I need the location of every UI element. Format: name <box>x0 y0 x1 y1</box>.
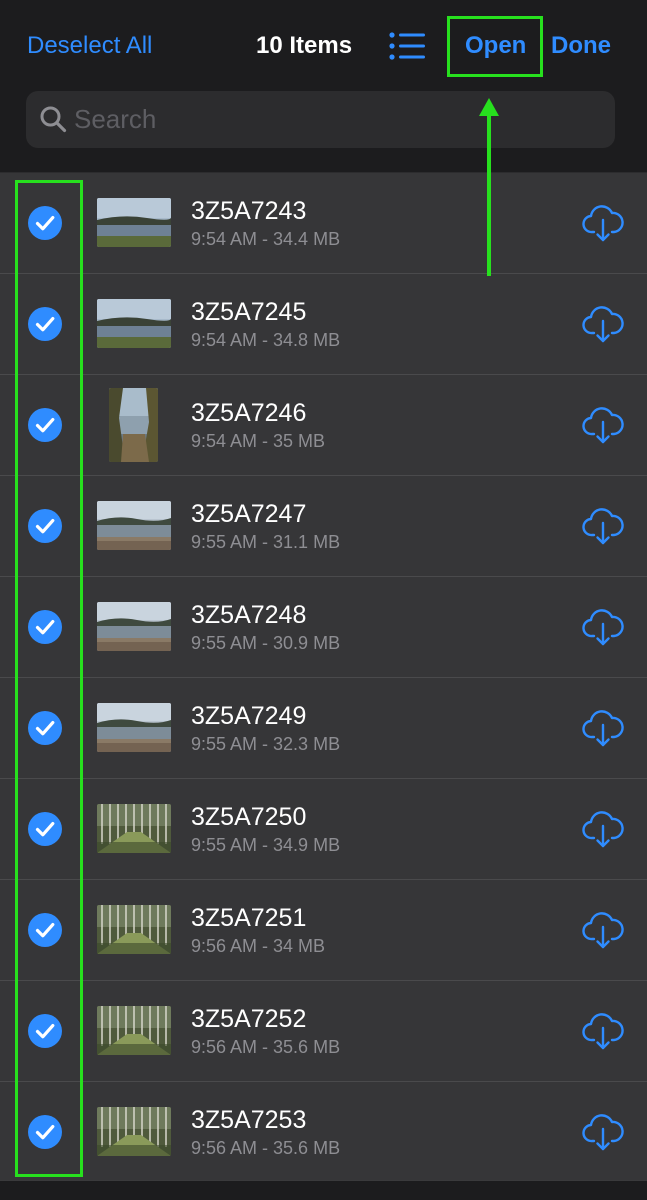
file-row[interactable]: 3Z5A7253 9:56 AM - 35.6 MB <box>0 1082 647 1183</box>
cloud-download-icon[interactable] <box>582 708 624 748</box>
checkmark-circle-icon[interactable] <box>28 307 62 341</box>
cloud-download-icon[interactable] <box>582 1112 624 1152</box>
file-meta: 9:54 AM - 35 MB <box>191 431 326 451</box>
list-view-icon[interactable] <box>388 31 426 61</box>
file-name: 3Z5A7246 <box>191 399 307 427</box>
checkmark-circle-icon[interactable] <box>28 408 62 442</box>
toolbar: Deselect All 10 Items Open Done <box>0 0 647 92</box>
file-meta: 9:55 AM - 30.9 MB <box>191 633 341 653</box>
file-row[interactable]: 3Z5A7249 9:55 AM - 32.3 MB <box>0 678 647 779</box>
cloud-download-icon[interactable] <box>582 203 624 243</box>
file-thumbnail <box>97 501 171 550</box>
checkmark-circle-icon[interactable] <box>28 610 62 644</box>
cloud-download-icon[interactable] <box>582 405 624 445</box>
cloud-download-icon[interactable] <box>582 1011 624 1051</box>
file-thumbnail <box>97 1107 171 1156</box>
file-meta: 9:56 AM - 35.6 MB <box>191 1138 341 1158</box>
file-thumbnail <box>97 1006 171 1055</box>
file-row[interactable]: 3Z5A7252 9:56 AM - 35.6 MB <box>0 981 647 1082</box>
file-name: 3Z5A7253 <box>191 1106 307 1134</box>
file-name: 3Z5A7243 <box>191 197 307 225</box>
file-name: 3Z5A7252 <box>191 1005 307 1033</box>
open-button-highlight <box>447 16 543 77</box>
item-count-title: 10 Items <box>256 32 353 59</box>
file-row[interactable]: 3Z5A7245 9:54 AM - 34.8 MB <box>0 274 647 375</box>
bottom-divider <box>0 1180 647 1200</box>
deselect-all-button[interactable]: Deselect All <box>27 31 152 61</box>
file-meta: 9:56 AM - 34 MB <box>191 936 326 956</box>
cloud-download-icon[interactable] <box>582 607 624 647</box>
search-input[interactable] <box>74 91 594 148</box>
search-bar[interactable] <box>26 91 615 148</box>
file-name: 3Z5A7249 <box>191 702 307 730</box>
checkmark-circle-icon[interactable] <box>28 1014 62 1048</box>
cloud-download-icon[interactable] <box>582 910 624 950</box>
file-thumbnail <box>97 602 171 651</box>
checkmark-circle-icon[interactable] <box>28 812 62 846</box>
file-thumbnail <box>109 388 158 462</box>
file-list: 3Z5A7243 9:54 AM - 34.4 MB 3Z5A7245 9:54 AM… <box>0 173 647 1183</box>
file-thumbnail <box>97 905 171 954</box>
file-name: 3Z5A7251 <box>191 904 307 932</box>
file-meta: 9:54 AM - 34.4 MB <box>191 229 341 249</box>
file-row[interactable]: 3Z5A7247 9:55 AM - 31.1 MB <box>0 476 647 577</box>
file-name: 3Z5A7247 <box>191 500 307 528</box>
file-thumbnail <box>97 198 171 247</box>
header: Deselect All 10 Items Open Done <box>0 0 647 173</box>
cloud-download-icon[interactable] <box>582 506 624 546</box>
file-thumbnail <box>97 703 171 752</box>
search-icon <box>39 105 67 133</box>
files-select-screen: Deselect All 10 Items Open Done Search 3… <box>0 0 647 1200</box>
file-name: 3Z5A7250 <box>191 803 307 831</box>
file-meta: 9:55 AM - 32.3 MB <box>191 734 341 754</box>
checkmark-circle-icon[interactable] <box>28 913 62 947</box>
checkmark-circle-icon[interactable] <box>28 206 62 240</box>
file-row[interactable]: 3Z5A7250 9:55 AM - 34.9 MB <box>0 779 647 880</box>
file-meta: 9:56 AM - 35.6 MB <box>191 1037 341 1057</box>
cloud-download-icon[interactable] <box>582 809 624 849</box>
file-row[interactable]: 3Z5A7251 9:56 AM - 34 MB <box>0 880 647 981</box>
checkmark-circle-icon[interactable] <box>28 1115 62 1149</box>
file-name: 3Z5A7245 <box>191 298 307 326</box>
file-thumbnail <box>97 804 171 853</box>
file-meta: 9:54 AM - 34.8 MB <box>191 330 341 350</box>
file-row[interactable]: 3Z5A7246 9:54 AM - 35 MB <box>0 375 647 476</box>
cloud-download-icon[interactable] <box>582 304 624 344</box>
file-row[interactable]: 3Z5A7243 9:54 AM - 34.4 MB <box>0 173 647 274</box>
file-name: 3Z5A7248 <box>191 601 307 629</box>
file-thumbnail <box>97 299 171 348</box>
checkmark-circle-icon[interactable] <box>28 509 62 543</box>
file-meta: 9:55 AM - 31.1 MB <box>191 532 341 552</box>
file-row[interactable]: 3Z5A7248 9:55 AM - 30.9 MB <box>0 577 647 678</box>
file-meta: 9:55 AM - 34.9 MB <box>191 835 341 855</box>
checkmark-circle-icon[interactable] <box>28 711 62 745</box>
done-button[interactable]: Done <box>551 31 611 61</box>
